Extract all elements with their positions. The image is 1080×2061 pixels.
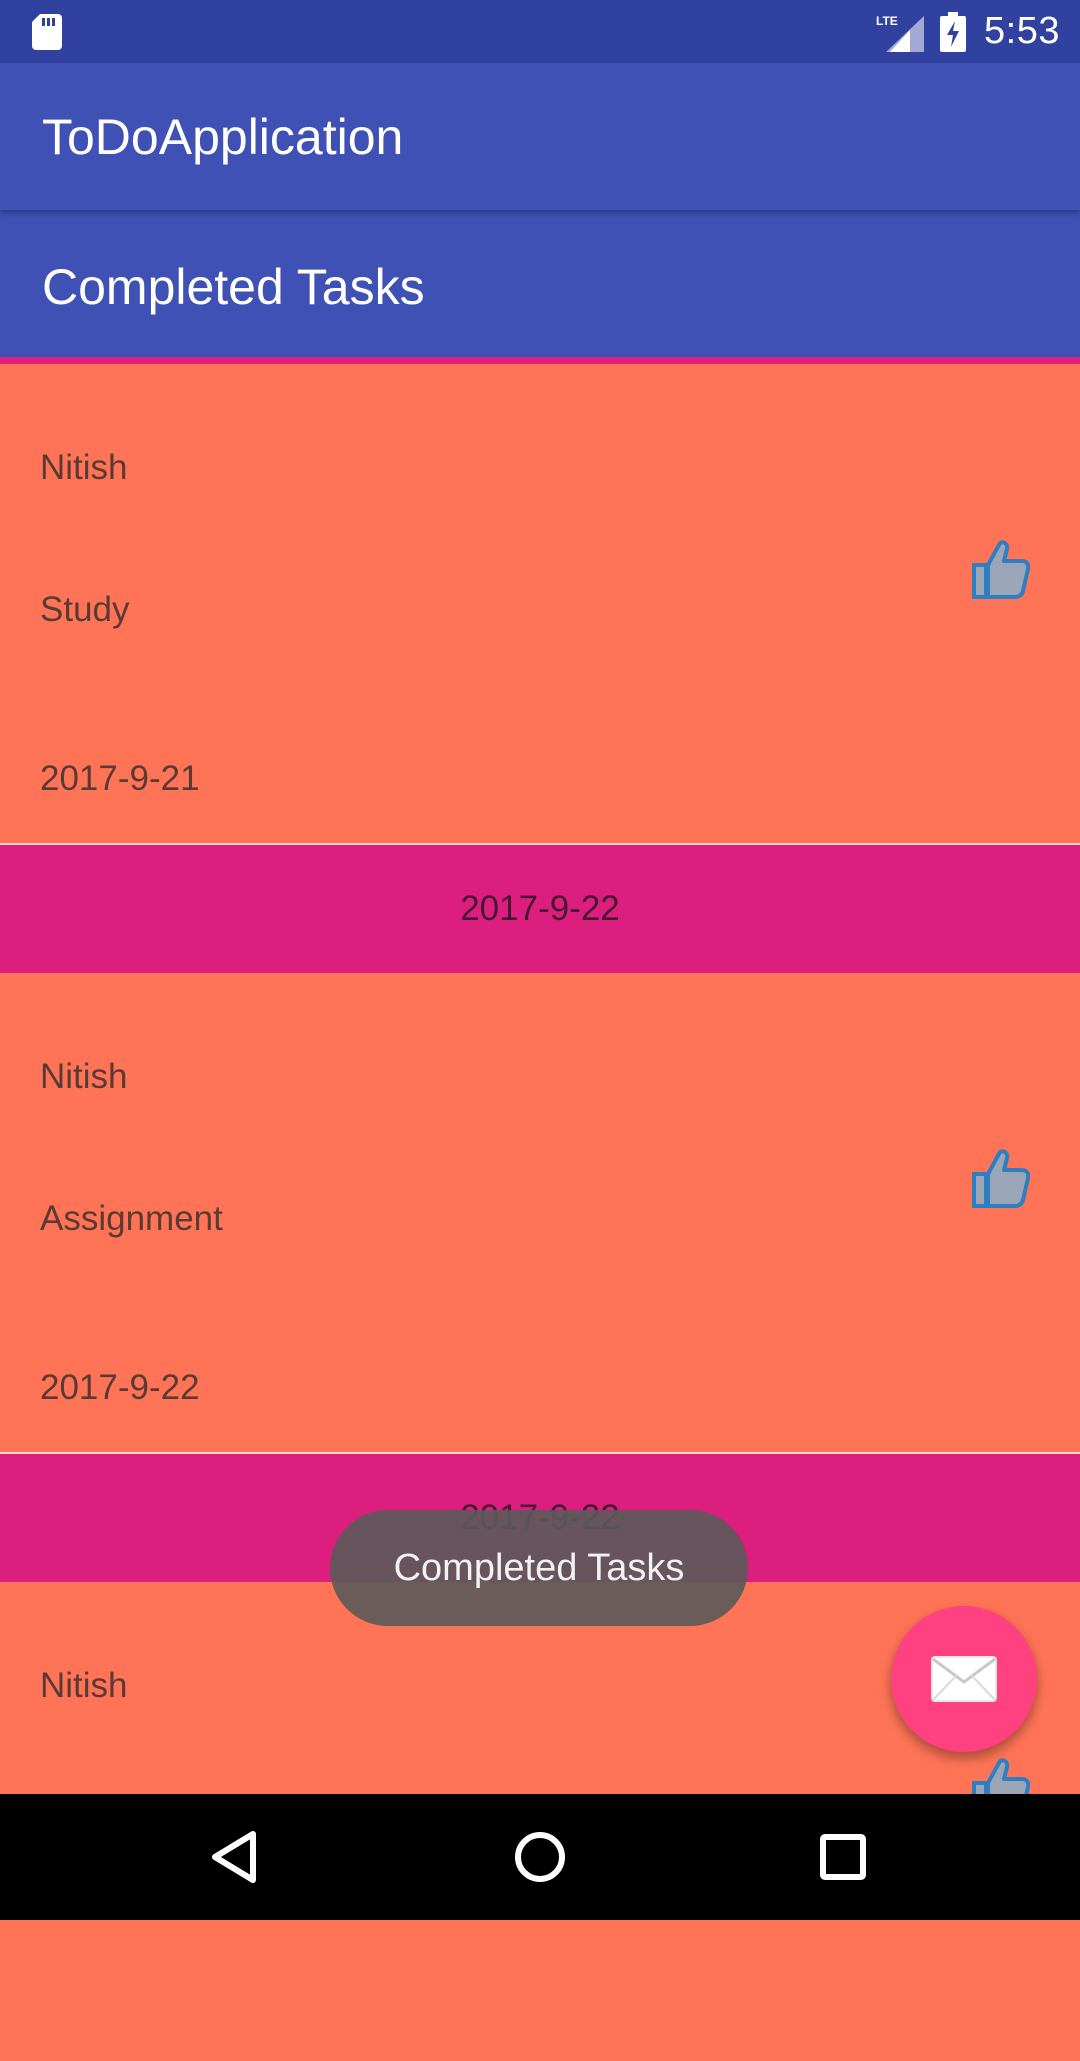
- section-title: Completed Tasks: [42, 259, 425, 315]
- thumbs-up-icon[interactable]: [972, 539, 1030, 599]
- status-indicators: LTE 5:53: [876, 0, 1060, 63]
- task-date: 2017-9-22: [40, 1368, 200, 1407]
- date-group-header: 2017-9-22: [0, 845, 1080, 973]
- back-icon[interactable]: [201, 1822, 271, 1892]
- task-title: Assignment: [40, 1199, 223, 1238]
- app-title: ToDoApplication: [42, 109, 404, 165]
- app-bar: ToDoApplication: [0, 63, 1080, 210]
- task-owner: Nitish: [40, 1666, 128, 1705]
- task-owner: Nitish: [40, 448, 128, 487]
- task-title: Study: [40, 590, 130, 629]
- sd-card-icon: [32, 14, 62, 50]
- section-header: Completed Tasks: [0, 210, 1080, 357]
- task-date: 2017-9-21: [40, 759, 200, 798]
- thumbs-up-icon[interactable]: [972, 1148, 1030, 1208]
- svg-text:LTE: LTE: [876, 14, 898, 28]
- mail-icon: [931, 1656, 997, 1702]
- status-bar: LTE 5:53: [0, 0, 1080, 63]
- recents-icon[interactable]: [808, 1822, 878, 1892]
- send-mail-fab[interactable]: [891, 1606, 1037, 1752]
- status-time: 5:53: [984, 10, 1060, 52]
- task-card[interactable]: Nitish Study 2017-9-21: [0, 364, 1080, 843]
- home-icon[interactable]: [505, 1822, 575, 1892]
- header-accent-line: [0, 357, 1080, 364]
- toast-message: Completed Tasks: [330, 1510, 748, 1626]
- battery-charging-icon: [940, 11, 967, 52]
- task-owner: Nitish: [40, 1057, 128, 1096]
- task-card[interactable]: Nitish Assignment 2017-9-22: [0, 973, 1080, 1452]
- lte-signal-icon: LTE: [876, 14, 925, 52]
- navigation-bar: [0, 1794, 1080, 1920]
